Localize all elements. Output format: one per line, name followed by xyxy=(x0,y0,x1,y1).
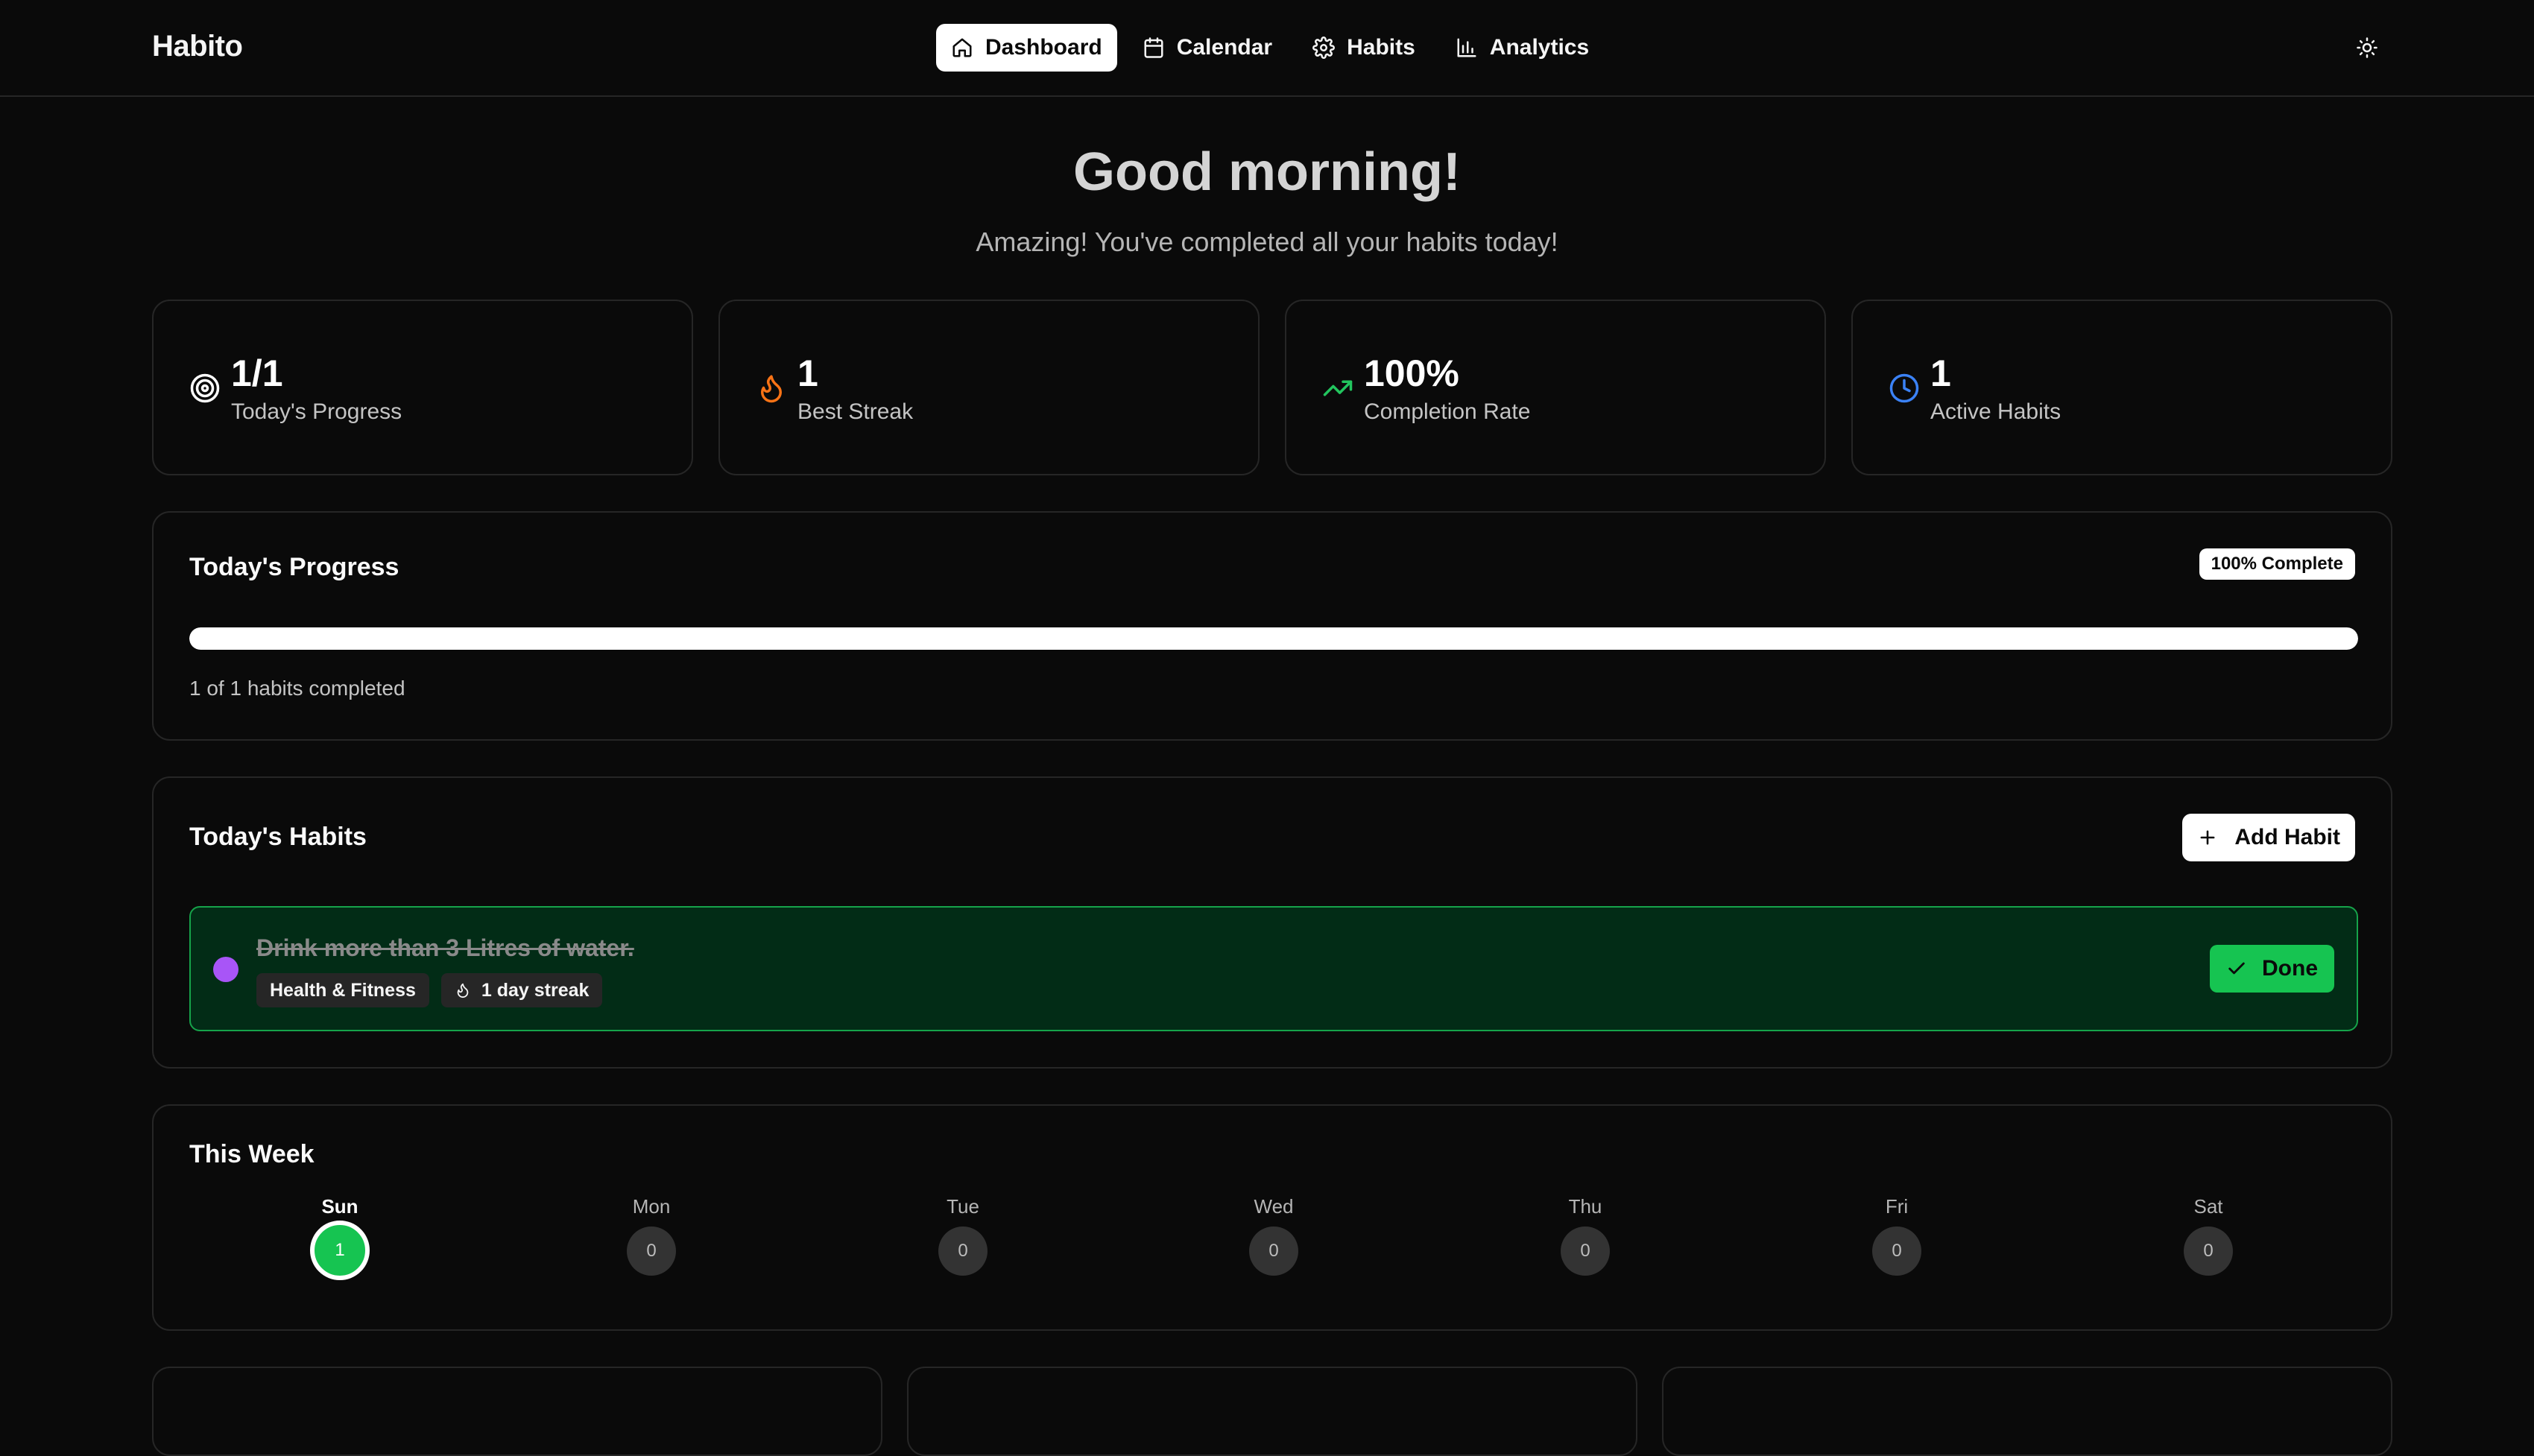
day-name: Fri xyxy=(1885,1195,1909,1218)
theme-toggle-button[interactable] xyxy=(2352,33,2382,63)
progress-bar xyxy=(189,627,2358,650)
stat-label: Active Habits xyxy=(1930,399,2061,424)
top-nav-bar: Habito Dashboard Calendar Habits Analyti… xyxy=(0,0,2534,97)
day-name: Mon xyxy=(632,1195,671,1218)
check-icon xyxy=(2228,962,2245,975)
week-day-tue[interactable]: Tue 0 xyxy=(911,1195,1015,1276)
plus-icon xyxy=(2200,830,2215,845)
app-logo[interactable]: Habito xyxy=(152,30,243,63)
progress-bar-fill xyxy=(189,627,2358,650)
nav-dashboard-label: Dashboard xyxy=(985,35,1102,60)
main-nav: Dashboard Calendar Habits Analytics xyxy=(936,24,1604,72)
done-button-label: Done xyxy=(2262,956,2318,981)
stat-label: Today's Progress xyxy=(231,399,402,424)
week-day-sat[interactable]: Sat 0 xyxy=(2156,1195,2260,1276)
habit-color-dot xyxy=(213,957,238,982)
week-card: This Week Sun 1 Mon 0 Tue 0 Wed 0 Thu 0 … xyxy=(152,1104,2392,1331)
clock-icon xyxy=(1889,373,1919,403)
stat-value: 100% xyxy=(1364,352,1459,394)
flame-icon xyxy=(761,375,782,403)
day-name: Wed xyxy=(1254,1195,1294,1218)
trending-up-icon xyxy=(1323,380,1353,396)
week-day-wed[interactable]: Wed 0 xyxy=(1222,1195,1326,1276)
category-tag: Health & Fitness xyxy=(256,973,429,1007)
gear-icon xyxy=(1312,37,1336,59)
flame-icon xyxy=(457,983,469,998)
progress-summary: 1 of 1 habits completed xyxy=(189,677,405,700)
stat-value: 1 xyxy=(1930,352,1951,394)
stat-value: 1/1 xyxy=(231,352,283,394)
day-count: 0 xyxy=(1249,1226,1298,1276)
streak-tag-label: 1 day streak xyxy=(481,979,590,1001)
day-name: Sat xyxy=(2193,1195,2223,1218)
done-button[interactable]: Done xyxy=(2210,945,2334,993)
week-day-fri[interactable]: Fri 0 xyxy=(1845,1195,1949,1276)
add-habit-label: Add Habit xyxy=(2234,825,2340,849)
add-habit-button[interactable]: Add Habit xyxy=(2182,814,2355,861)
stat-label: Completion Rate xyxy=(1364,399,1531,424)
stat-card-best-streak: 1 Best Streak xyxy=(718,300,1260,475)
nav-habits[interactable]: Habits xyxy=(1298,24,1430,72)
stat-card-active-habits: 1 Active Habits xyxy=(1851,300,2392,475)
summary-card-middle xyxy=(907,1367,1637,1456)
nav-calendar-label: Calendar xyxy=(1176,35,1273,60)
summary-card-right xyxy=(1662,1367,2392,1456)
target-icon xyxy=(190,373,220,403)
stat-value: 1 xyxy=(797,352,818,394)
week-day-sun[interactable]: Sun 1 xyxy=(288,1195,392,1280)
habits-card-title: Today's Habits xyxy=(189,823,367,851)
stat-card-progress: 1/1 Today's Progress xyxy=(152,300,693,475)
progress-card: Today's Progress 100% Complete 1 of 1 ha… xyxy=(152,511,2392,741)
week-card-title: This Week xyxy=(189,1140,315,1168)
completion-badge: 100% Complete xyxy=(2199,548,2355,580)
bar-chart-icon xyxy=(1457,38,1476,57)
nav-calendar[interactable]: Calendar xyxy=(1128,24,1287,72)
day-count: 0 xyxy=(627,1226,676,1276)
streak-tag: 1 day streak xyxy=(440,973,603,1007)
week-day-thu[interactable]: Thu 0 xyxy=(1533,1195,1637,1276)
category-tag-label: Health & Fitness xyxy=(270,979,416,1001)
progress-card-title: Today's Progress xyxy=(189,553,399,581)
page-title: Good morning! xyxy=(1073,142,1461,202)
day-count: 0 xyxy=(2184,1226,2233,1276)
nav-dashboard[interactable]: Dashboard xyxy=(936,24,1117,72)
day-count: 0 xyxy=(1872,1226,1921,1276)
stat-card-completion-rate: 100% Completion Rate xyxy=(1285,300,1826,475)
habit-tags: Health & Fitness 1 day streak xyxy=(256,973,603,1007)
day-name: Thu xyxy=(1568,1195,1602,1218)
day-count: 0 xyxy=(938,1226,988,1276)
day-count: 1 xyxy=(310,1221,370,1280)
home-icon xyxy=(952,38,972,57)
sun-icon xyxy=(2357,37,2377,58)
day-count: 0 xyxy=(1561,1226,1610,1276)
habit-name: Drink more than 3 Litres of water. xyxy=(256,934,634,961)
day-name: Tue xyxy=(947,1195,979,1218)
summary-card-left xyxy=(152,1367,882,1456)
nav-habits-label: Habits xyxy=(1347,35,1415,60)
day-name: Sun xyxy=(321,1195,358,1218)
habit-item[interactable]: Drink more than 3 Litres of water. Healt… xyxy=(189,906,2358,1031)
page-subtitle: Amazing! You've completed all your habit… xyxy=(976,227,1558,257)
nav-analytics[interactable]: Analytics xyxy=(1441,24,1604,72)
nav-analytics-label: Analytics xyxy=(1489,35,1590,60)
week-day-mon[interactable]: Mon 0 xyxy=(599,1195,704,1276)
habits-card: Today's Habits Add Habit Drink more than… xyxy=(152,776,2392,1069)
stat-label: Best Streak xyxy=(797,399,914,424)
calendar-icon xyxy=(1144,37,1163,58)
